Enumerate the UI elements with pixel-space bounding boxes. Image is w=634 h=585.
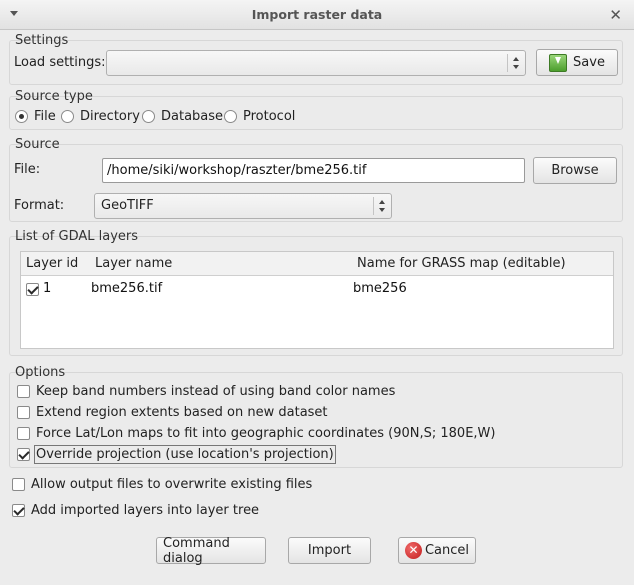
layer-name-cell: bme256.tif bbox=[91, 281, 163, 296]
add-layers-label: Add imported layers into layer tree bbox=[31, 503, 260, 518]
source-type-group: Source type File Directory Database Prot… bbox=[9, 89, 623, 130]
keep-band-numbers-label: Keep band numbers instead of using band … bbox=[36, 384, 396, 399]
title-bar: Import raster data ✕ bbox=[0, 0, 634, 30]
import-button-label: Import bbox=[307, 543, 352, 558]
force-latlon-label: Force Lat/Lon maps to fit into geographi… bbox=[36, 426, 496, 441]
add-layers-checkbox[interactable] bbox=[12, 504, 25, 517]
radio-file[interactable] bbox=[15, 110, 28, 123]
cancel-button[interactable]: ✕ Cancel bbox=[398, 537, 476, 564]
combo-arrows-icon bbox=[507, 54, 525, 72]
browse-button[interactable]: Browse bbox=[533, 157, 617, 184]
options-group-title: Options bbox=[15, 365, 66, 380]
file-label: File: bbox=[14, 162, 41, 177]
command-dialog-label: Command dialog bbox=[163, 535, 230, 566]
override-projection-checkbox[interactable] bbox=[17, 448, 30, 461]
cancel-icon: ✕ bbox=[405, 542, 422, 559]
command-dialog-button[interactable]: Command dialog bbox=[156, 535, 266, 566]
source-type-group-title: Source type bbox=[15, 89, 93, 104]
browse-button-label: Browse bbox=[551, 163, 599, 178]
settings-group: Settings Load settings: Save bbox=[9, 33, 623, 85]
extend-region-checkbox[interactable] bbox=[17, 406, 30, 419]
close-icon[interactable]: ✕ bbox=[609, 0, 622, 30]
force-latlon-checkbox[interactable] bbox=[17, 427, 30, 440]
load-settings-combo[interactable] bbox=[106, 50, 526, 76]
file-path-input[interactable] bbox=[102, 158, 525, 183]
load-settings-label: Load settings: bbox=[14, 55, 106, 70]
window-title: Import raster data bbox=[251, 7, 383, 22]
column-header-grass-name[interactable]: Name for GRASS map (editable) bbox=[357, 256, 566, 271]
radio-directory[interactable] bbox=[61, 110, 74, 123]
source-group-title: Source bbox=[15, 137, 60, 152]
keep-band-numbers-checkbox[interactable] bbox=[17, 385, 30, 398]
window-menu-icon[interactable] bbox=[10, 11, 18, 16]
override-projection-label: Override projection (use location's proj… bbox=[34, 445, 336, 464]
overwrite-label: Allow output files to overwrite existing… bbox=[31, 477, 313, 492]
radio-directory-label: Directory bbox=[80, 109, 140, 124]
combo-arrows-icon bbox=[373, 197, 391, 215]
layer-row-checkbox[interactable] bbox=[26, 283, 39, 296]
column-header-layer-id[interactable]: Layer id bbox=[26, 256, 78, 271]
cancel-button-label: Cancel bbox=[424, 543, 469, 558]
save-icon bbox=[549, 53, 568, 72]
radio-database[interactable] bbox=[142, 110, 155, 123]
radio-file-label: File bbox=[34, 109, 56, 124]
grass-name-cell[interactable]: bme256 bbox=[353, 281, 407, 296]
format-combo[interactable]: GeoTIFF bbox=[94, 193, 392, 219]
import-button[interactable]: Import bbox=[288, 537, 371, 564]
format-label: Format: bbox=[14, 198, 65, 213]
extend-region-label: Extend region extents based on new datas… bbox=[36, 405, 328, 420]
layer-id-cell: 1 bbox=[43, 281, 52, 296]
radio-database-label: Database bbox=[161, 109, 224, 124]
radio-protocol[interactable] bbox=[224, 110, 237, 123]
save-button-label: Save bbox=[573, 55, 605, 70]
radio-protocol-label: Protocol bbox=[243, 109, 296, 124]
options-group: Options Keep band numbers instead of usi… bbox=[9, 365, 623, 468]
table-header: Layer id Layer name Name for GRASS map (… bbox=[21, 252, 613, 276]
source-group: Source File: Browse Format: GeoTIFF bbox=[9, 137, 623, 222]
column-header-layer-name[interactable]: Layer name bbox=[95, 256, 172, 271]
gdal-layers-group: List of GDAL layers Layer id Layer name … bbox=[9, 229, 623, 356]
settings-group-title: Settings bbox=[15, 33, 69, 48]
gdal-layers-group-title: List of GDAL layers bbox=[15, 229, 139, 244]
layers-table: Layer id Layer name Name for GRASS map (… bbox=[20, 251, 614, 349]
format-value: GeoTIFF bbox=[101, 198, 154, 213]
overwrite-checkbox[interactable] bbox=[12, 478, 25, 491]
save-button[interactable]: Save bbox=[536, 49, 618, 76]
